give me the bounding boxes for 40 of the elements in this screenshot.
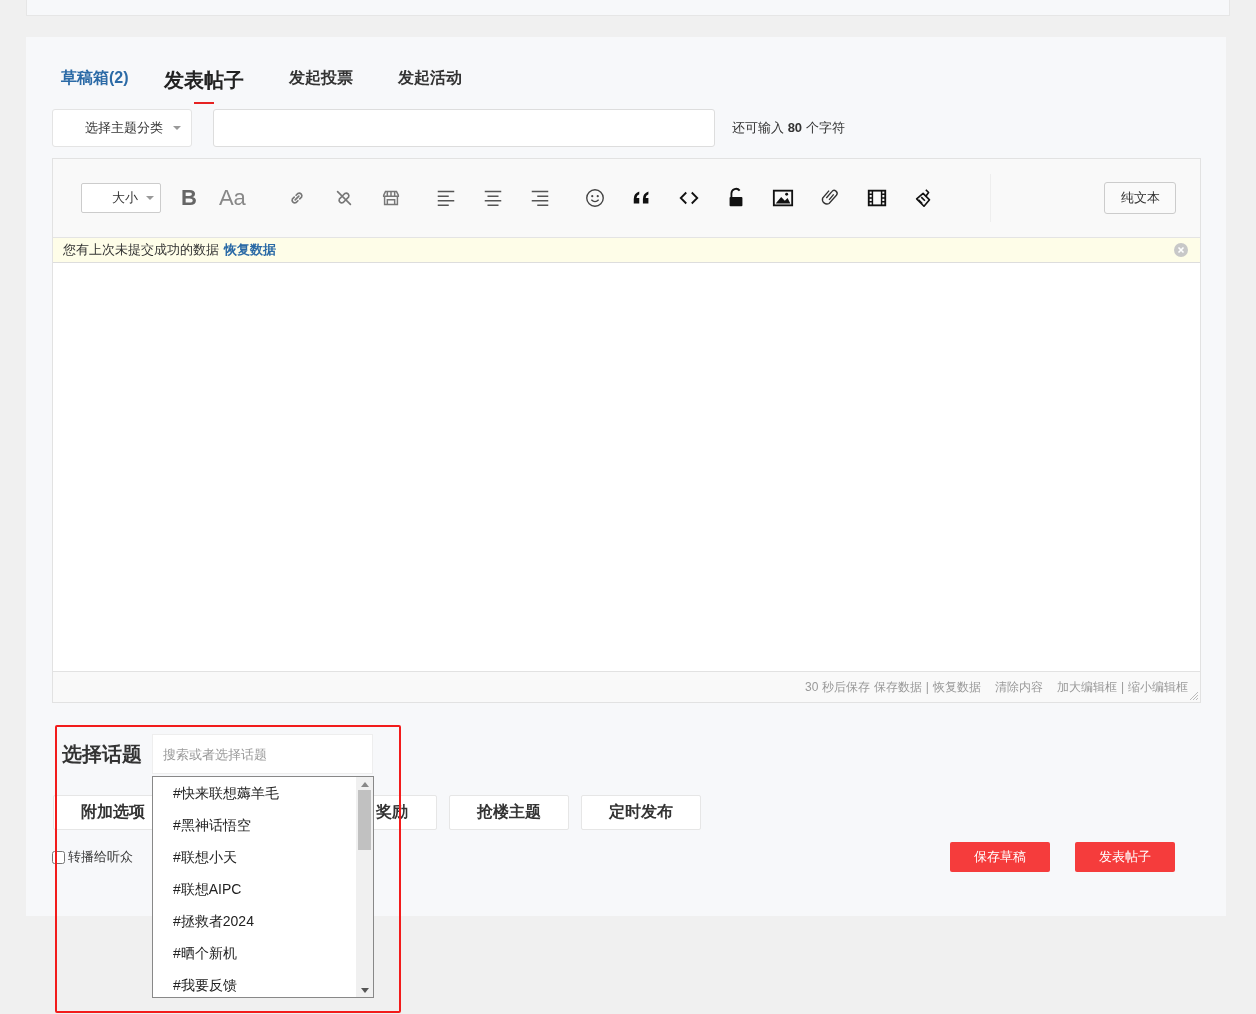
plain-text-button[interactable]: 纯文本: [1104, 182, 1176, 214]
post-type-tab[interactable]: 发起投票: [288, 65, 353, 91]
broadcast-label: 转播给听众: [68, 848, 133, 866]
topic-option[interactable]: #快来联想薅羊毛: [173, 777, 356, 809]
topic-label: 选择话题: [62, 741, 143, 767]
topic-option[interactable]: #联想小天: [173, 841, 356, 873]
separator-text: |: [925, 680, 929, 694]
topic-option[interactable]: #黑神话悟空: [173, 809, 356, 841]
scrollbar[interactable]: [356, 777, 373, 997]
topic-option[interactable]: #晒个新机: [173, 937, 356, 969]
option-button[interactable]: 抢楼主题: [449, 795, 569, 830]
image-icon[interactable]: [771, 187, 794, 209]
scroll-up-icon[interactable]: [360, 782, 369, 787]
topic-option[interactable]: #拯救者2024: [173, 905, 356, 937]
post-type-tab[interactable]: 发起活动: [397, 65, 462, 91]
post-type-tab[interactable]: 发表帖子: [163, 64, 244, 104]
broadcast-checkbox[interactable]: [52, 850, 65, 864]
category-select[interactable]: 选择主题分类: [52, 109, 192, 147]
bold-button[interactable]: B: [181, 185, 197, 211]
remaining-count-text: 还可输入 80 个字符: [732, 119, 845, 137]
smiley-icon[interactable]: [583, 187, 606, 209]
drafts-link[interactable]: 草稿箱(2): [61, 67, 129, 89]
caret-icon: [173, 126, 181, 130]
restore-data-link[interactable]: 恢复数据: [224, 241, 276, 259]
film-icon[interactable]: [865, 187, 888, 209]
title-field[interactable]: [213, 109, 715, 147]
separator-text: |: [1120, 680, 1124, 694]
topic-search-field[interactable]: 搜索或者选择话题: [152, 734, 373, 774]
option-button[interactable]: 定时发布: [581, 795, 701, 830]
caret-icon: [146, 196, 154, 200]
action-button[interactable]: 发表帖子: [1075, 842, 1175, 872]
action-button[interactable]: 保存草稿: [950, 842, 1050, 872]
autosave-text: 30 秒后保存: [805, 678, 870, 696]
resize-grip-icon[interactable]: [1189, 691, 1199, 701]
topic-option[interactable]: #联想AIPC: [173, 873, 356, 905]
topic-option[interactable]: #我要反馈: [173, 969, 356, 1001]
scroll-down-icon[interactable]: [360, 988, 369, 993]
restore-notice: 您有上次未提交成功的数据: [63, 241, 219, 259]
scroll-thumb[interactable]: [358, 790, 371, 850]
font-size-select[interactable]: 大小: [81, 183, 161, 213]
